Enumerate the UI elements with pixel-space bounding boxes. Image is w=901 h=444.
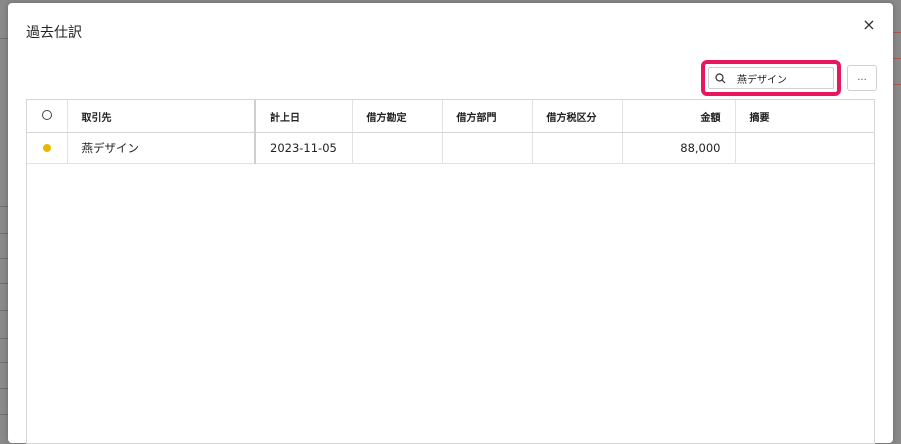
column-header-partner[interactable]: 取引先 — [67, 100, 256, 133]
search-icon — [715, 71, 729, 85]
background-divider — [0, 38, 8, 39]
journal-table: 取引先 計上日 借方勘定 借方部門 借方税区分 金額 摘要 燕デザイン 2023… — [26, 99, 875, 444]
close-button[interactable]: × — [859, 15, 879, 35]
table-row[interactable]: 燕デザイン 2023-11-05 88,000 — [27, 132, 874, 164]
background-divider — [0, 414, 8, 415]
column-header-debit-tax-category[interactable]: 借方税区分 — [532, 100, 623, 133]
date-cell[interactable]: 2023-11-05 — [255, 132, 353, 164]
column-header-amount[interactable]: 金額 — [622, 100, 736, 133]
past-journal-modal: 過去仕訳 × ... — [8, 3, 893, 444]
background-divider — [0, 206, 8, 207]
search-input[interactable] — [735, 71, 829, 85]
background-divider — [0, 362, 8, 363]
memo-cell[interactable] — [735, 132, 874, 164]
column-header-debit-account[interactable]: 借方勘定 — [352, 100, 443, 133]
background-divider — [893, 32, 901, 33]
background-divider — [0, 283, 8, 284]
modal-title: 過去仕訳 — [26, 25, 82, 41]
debit-department-cell[interactable] — [442, 132, 533, 164]
background-divider — [893, 58, 901, 59]
radio-icon[interactable] — [41, 109, 52, 120]
more-options-button[interactable]: ... — [847, 65, 877, 91]
column-header-debit-department[interactable]: 借方部門 — [442, 100, 533, 133]
amount-cell[interactable]: 88,000 — [622, 132, 736, 164]
background-divider — [893, 84, 901, 85]
status-dot-icon — [42, 144, 51, 152]
row-status-cell[interactable] — [27, 132, 68, 164]
column-header-date[interactable]: 計上日 — [255, 100, 353, 133]
background-divider — [0, 258, 8, 259]
search-box[interactable] — [708, 67, 834, 89]
background-divider — [0, 338, 8, 339]
search-highlight — [701, 60, 841, 96]
debit-account-cell[interactable] — [352, 132, 443, 164]
debit-tax-category-cell[interactable] — [532, 132, 623, 164]
background-divider — [0, 310, 8, 311]
select-all-column[interactable] — [27, 100, 68, 133]
table-header-row: 取引先 計上日 借方勘定 借方部門 借方税区分 金額 摘要 — [27, 100, 874, 133]
column-header-memo[interactable]: 摘要 — [735, 100, 874, 133]
partner-cell[interactable]: 燕デザイン — [67, 132, 256, 164]
background-divider — [0, 233, 8, 234]
background-divider — [0, 388, 8, 389]
